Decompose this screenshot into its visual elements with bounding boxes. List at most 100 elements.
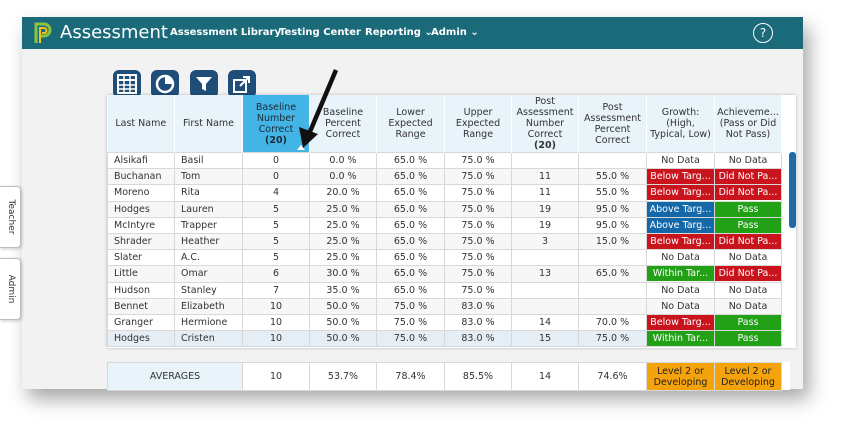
cell-post-percent [578,249,647,267]
cell-upper-range: 75.0 % [444,168,512,186]
cell-lower-range: 65.0 % [376,265,445,283]
cell-baseline-percent: 0.0 % [309,151,377,170]
avg-growth: Level 2 or Developing [646,362,715,391]
col-lower-expected-range[interactable]: Lower Expected Range [376,95,445,153]
cell-post-number [511,297,579,315]
table-row[interactable]: Granger Hermione 10 50.0 % 75.0 % 83.0 % 14 70.… [107,313,782,332]
col-upper-expected-range[interactable]: Upper Expected Range [444,95,512,153]
table-row[interactable]: Bennet Elizabeth 10 50.0 % 75.0 % 83.0 % No Da… [107,297,782,315]
cell-last-name: Buchanan [107,168,175,186]
growth-badge: Within Tar... [647,266,714,281]
cell-lower-range: 65.0 % [376,281,445,299]
cell-first-name: Basil [174,151,243,170]
cell-first-name: Cristen [174,330,243,348]
avg-upper-range: 85.5% [444,362,512,391]
achievement-badge: Pass [715,202,781,217]
table-view-icon[interactable] [113,70,141,98]
achievement-badge: Did Not Pa... [715,234,781,249]
cell-growth-badge: No Data [646,249,715,267]
table-row[interactable]: Buchanan Tom 0 0.0 % 65.0 % 75.0 % 11 55.0 % Bel… [107,168,782,186]
cell-first-name: Elizabeth [174,297,243,315]
col-growth[interactable]: Growth: (High, Typical, Low) [646,95,715,153]
cell-growth-badge: Below Targ... [646,232,715,251]
cell-upper-range: 75.0 % [444,151,512,170]
col-label: Upper Expected Range [455,107,501,140]
table-row[interactable]: Hodges Lauren 5 25.0 % 65.0 % 75.0 % 19 95.0 % A… [107,200,782,218]
cell-growth-badge: Below Targ... [646,168,715,186]
cell-achievement-badge: Pass [714,313,782,332]
cell-achievement-badge: Pass [714,200,782,218]
filter-icon[interactable] [190,70,218,98]
student-results-grid: Last Name First Name Baseline Number Cor… [107,95,796,348]
growth-badge: Below Targ... [647,234,714,249]
col-label: Post Assessment Number Correct [516,96,574,140]
cell-post-percent: 95.0 % [578,216,647,234]
cell-baseline-number: 0 [242,168,310,186]
cell-post-percent [578,281,647,299]
cell-last-name: Moreno [107,184,175,202]
col-label: Baseline Number Correct [255,101,297,135]
table-row[interactable]: Moreno Rita 4 20.0 % 65.0 % 75.0 % 11 55.0 % Bel… [107,184,782,202]
col-post-number-correct[interactable]: Post Assessment Number Correct (20) [511,95,579,153]
table-row[interactable]: Slater A.C. 5 25.0 % 65.0 % 75.0 % No Data No D… [107,249,782,267]
teacher-tab[interactable]: Teacher [0,186,21,248]
cell-post-percent: 70.0 % [578,313,647,332]
cell-first-name: Lauren [174,200,243,218]
table-row[interactable]: Hudson Stanley 7 35.0 % 65.0 % 75.0 % No Data N… [107,281,782,299]
averages-table: AVERAGES 10 53.7% 78.4% 85.5% 14 74.6% L… [107,362,782,391]
results-table: Last Name First Name Baseline Number Cor… [107,95,782,348]
table-row[interactable]: Shrader Heather 5 25.0 % 65.0 % 75.0 % 3 15.0 %… [107,232,782,251]
cell-post-number [511,151,579,170]
cell-upper-range: 75.0 % [444,281,512,299]
cell-post-number [511,281,579,299]
help-icon[interactable]: ? [753,23,773,43]
cell-post-number: 3 [511,232,579,251]
cell-upper-range: 75.0 % [444,200,512,218]
table-row[interactable]: Little Omar 6 30.0 % 65.0 % 75.0 % 13 65.0 % Wit… [107,265,782,283]
vertical-scrollbar[interactable] [789,152,796,228]
cell-lower-range: 65.0 % [376,200,445,218]
avg-baseline-number: 10 [242,362,310,391]
nav-testing-center[interactable]: Testing Center [279,17,361,49]
avg-achievement: Level 2 or Developing [714,362,782,391]
col-baseline-percent-correct[interactable]: Baseline Percent Correct [309,95,377,153]
cell-last-name: Bennet [107,297,175,315]
cell-post-number [511,249,579,267]
col-achievement[interactable]: Achieveme... (Pass or Did Not Pass) [714,95,782,153]
export-icon[interactable] [228,70,256,98]
col-post-percent-correct[interactable]: Post Assessment Percent Correct [578,95,647,153]
chart-view-icon[interactable] [151,70,179,98]
cell-last-name: Hodges [107,330,175,348]
averages-row: AVERAGES 10 53.7% 78.4% 85.5% 14 74.6% L… [107,362,790,391]
nav-reporting[interactable]: Reporting ⌄ [365,17,433,49]
achievement-badge: Pass [715,331,781,346]
avg-lower-range: 78.4% [376,362,445,391]
cell-post-percent [578,297,647,315]
nav-admin-label: Admin [431,27,467,38]
cell-last-name: Slater [107,249,175,267]
table-row[interactable]: Alsikafi Basil 0 0.0 % 65.0 % 75.0 % No Data No… [107,151,782,170]
avg-baseline-percent: 53.7% [309,362,377,391]
cell-upper-range: 75.0 % [444,184,512,202]
cell-post-number: 19 [511,216,579,234]
nav-assessment-library[interactable]: Assessment Library [170,17,281,49]
achievement-badge: No Data [728,284,768,296]
cell-baseline-number: 10 [242,297,310,315]
cell-lower-range: 65.0 % [376,151,445,170]
col-last-name[interactable]: Last Name [107,95,175,153]
achievement-badge: No Data [728,155,768,167]
nav-admin[interactable]: Admin ⌄ [431,17,479,49]
top-navbar: Assessment Assessment Library Testing Ce… [22,17,803,49]
table-row[interactable]: Hodges Cristen 10 50.0 % 75.0 % 83.0 % 15 75.0 … [107,330,782,348]
cell-first-name: Omar [174,265,243,283]
cell-last-name: McIntyre [107,216,175,234]
col-baseline-number-correct[interactable]: Baseline Number Correct (20) [242,95,310,153]
growth-badge: No Data [661,155,700,167]
app-title[interactable]: Assessment [60,20,168,46]
cell-post-number: 15 [511,330,579,348]
admin-tab[interactable]: Admin [0,258,21,320]
cell-baseline-number: 5 [242,232,310,251]
cell-upper-range: 83.0 % [444,313,512,332]
table-row[interactable]: McIntyre Trapper 5 25.0 % 65.0 % 75.0 % 19 95.0… [107,216,782,234]
col-first-name[interactable]: First Name [174,95,243,153]
